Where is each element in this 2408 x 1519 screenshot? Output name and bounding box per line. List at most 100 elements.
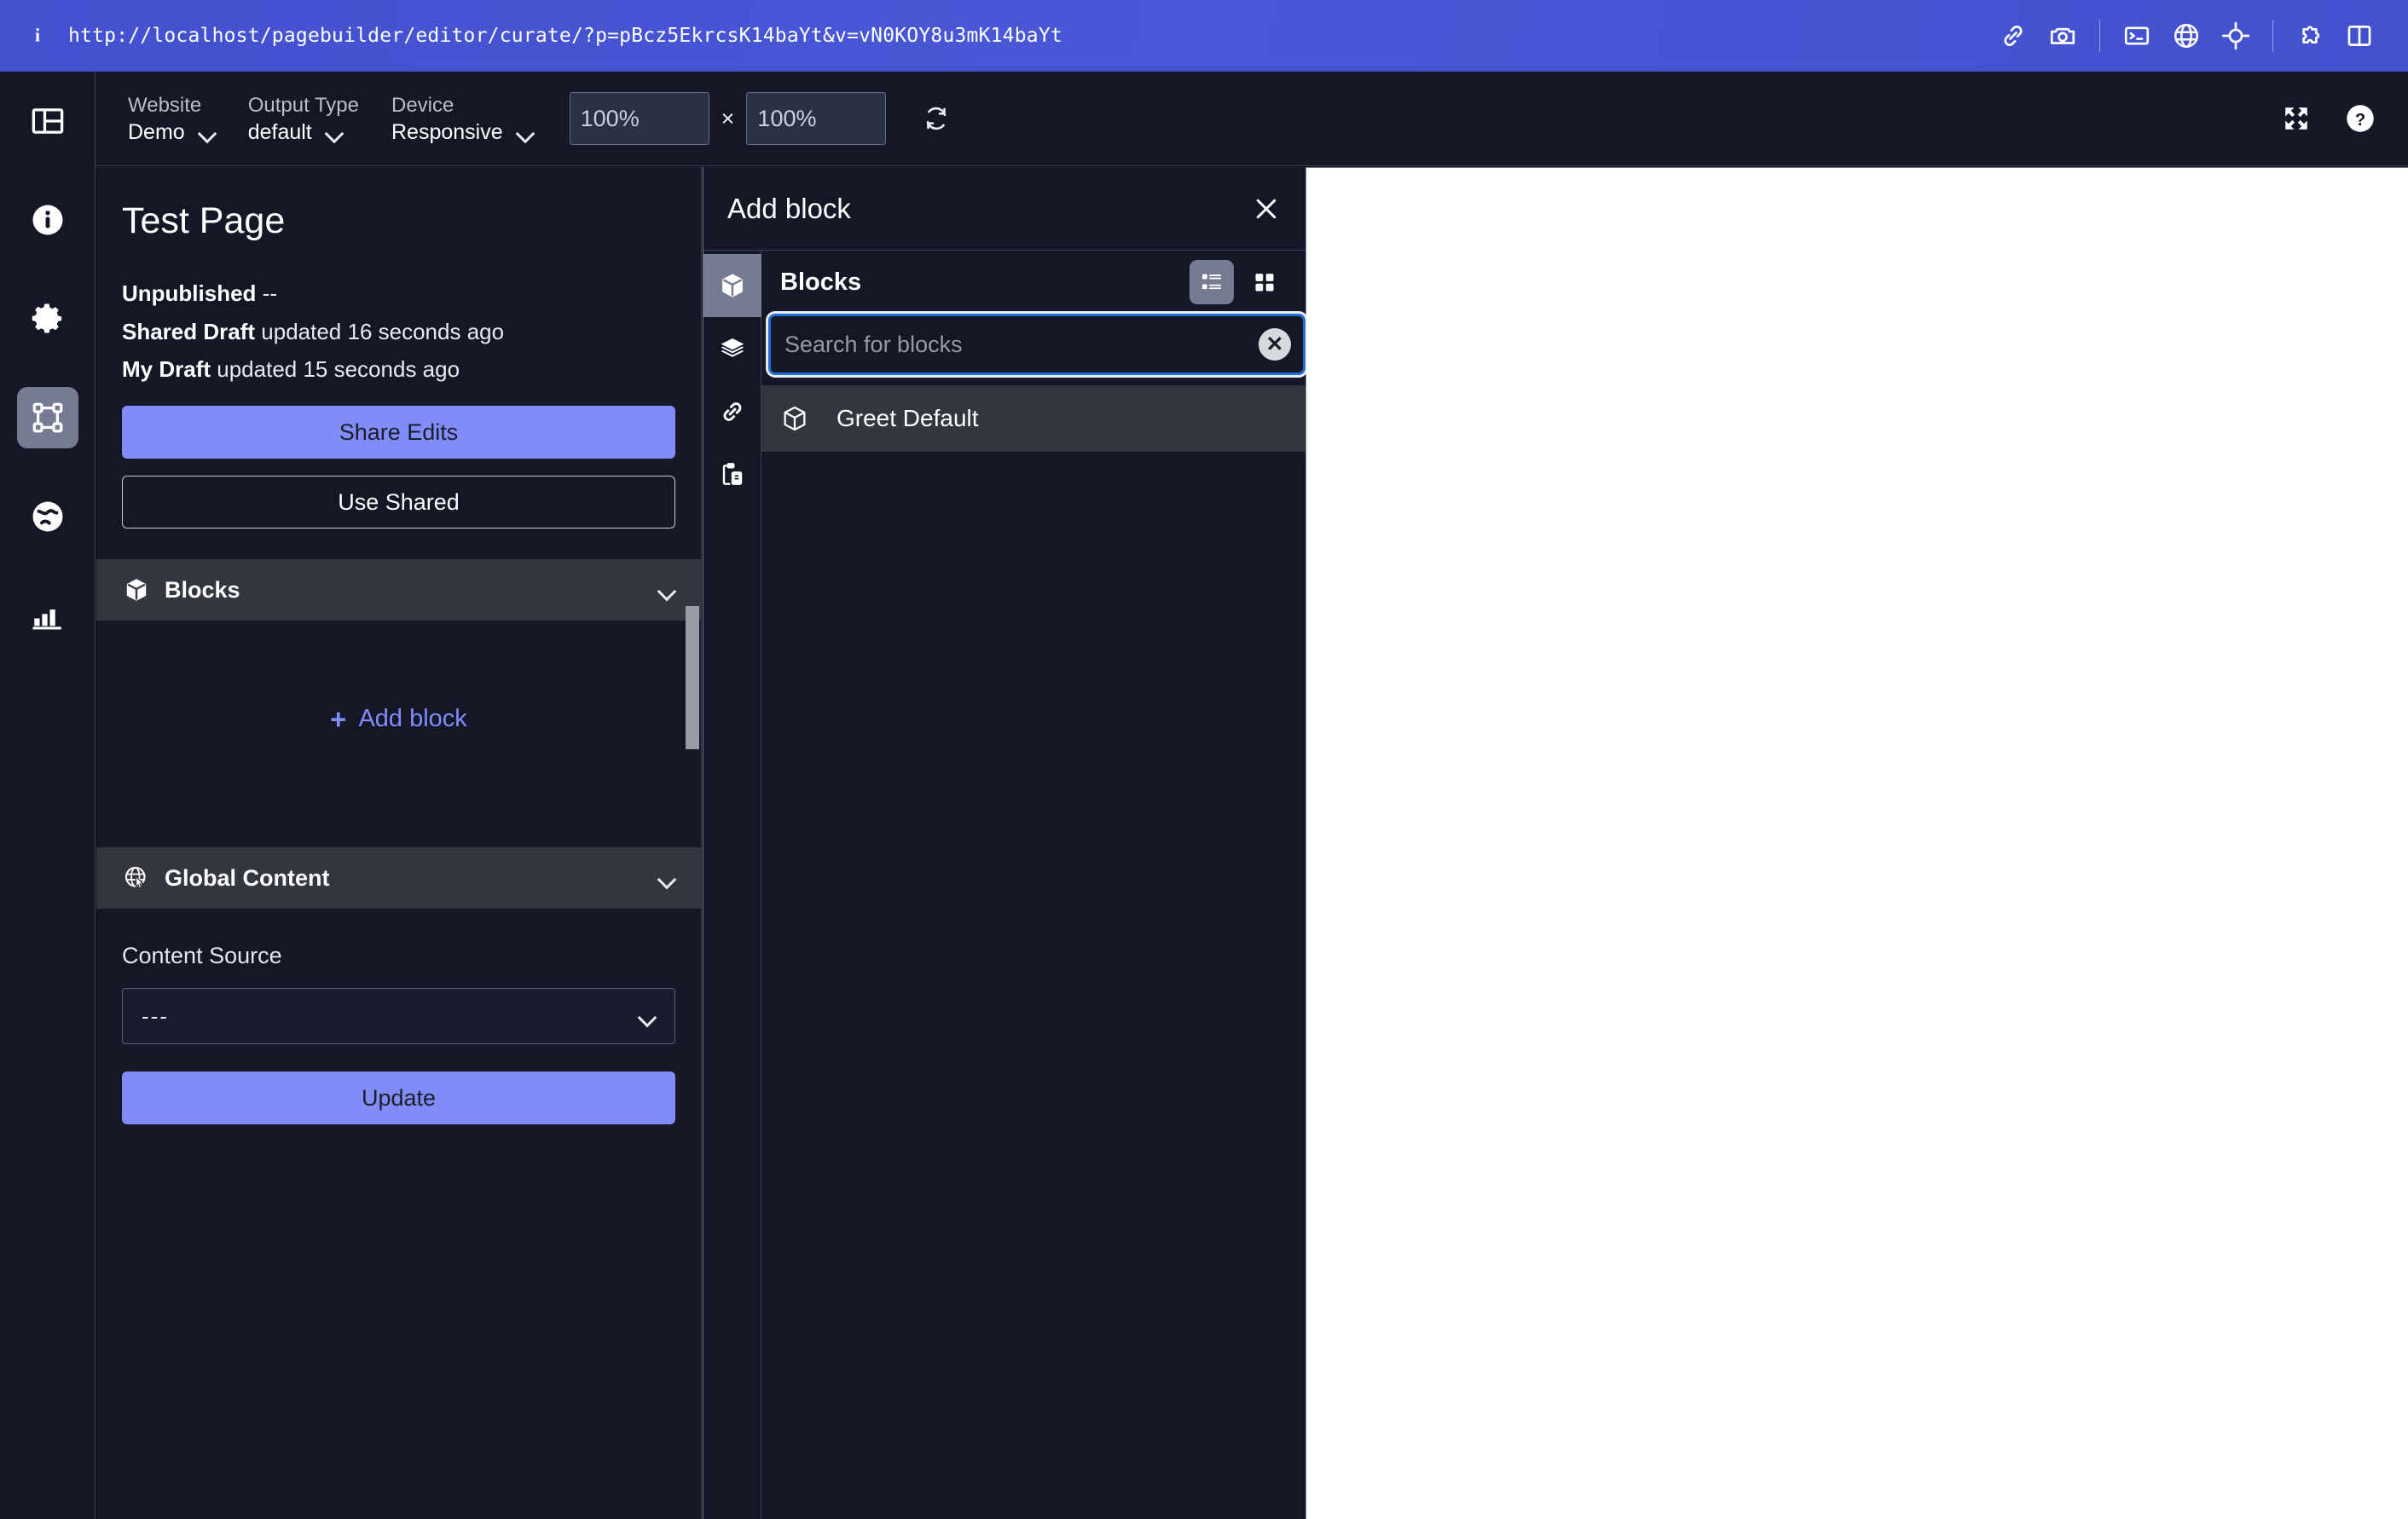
camera-icon[interactable] <box>2038 11 2087 61</box>
chevron-down-icon <box>199 127 216 137</box>
close-icon <box>1251 193 1282 224</box>
output-type-label: Output Type <box>247 93 359 117</box>
add-block-title: Add block <box>727 192 851 224</box>
info-icon[interactable]: i <box>26 24 49 48</box>
blocks-section-body: + Add block <box>96 621 701 817</box>
globe-icon <box>30 499 66 534</box>
page-settings-panel: Test Page Unpublished -- Shared Draft up… <box>96 166 702 1519</box>
update-button[interactable]: Update <box>122 1071 675 1125</box>
sidebar-item-layout[interactable] <box>17 90 78 152</box>
sidebar-item-info[interactable] <box>17 189 78 251</box>
output-type-value: default <box>247 119 312 144</box>
expand-button[interactable] <box>2282 104 2311 133</box>
chevron-down-icon[interactable] <box>658 585 675 595</box>
status-unpublished: Unpublished -- <box>122 274 675 313</box>
viewport-width-input[interactable] <box>569 92 709 145</box>
sidebar-item-global[interactable] <box>17 486 78 547</box>
add-block-main: Blocks Search for blocks ✕ Greet Default <box>761 251 1305 1519</box>
url-text[interactable]: http://localhost/pagebuilder/editor/cura… <box>68 25 1062 47</box>
size-separator: × <box>721 105 735 131</box>
add-block-panel: Add block Blocks Search for blocks ✕ Gre… <box>703 167 1306 1519</box>
paste-icon <box>719 461 746 488</box>
refresh-icon <box>922 104 951 133</box>
block-results-list: Greet Default <box>761 385 1305 452</box>
add-block-rail <box>703 251 761 1519</box>
panel-scrollbar-thumb[interactable] <box>686 606 699 749</box>
toolbar-right-actions: ? <box>2282 103 2376 134</box>
list-item[interactable]: Greet Default <box>761 385 1305 452</box>
app-sidebar-rail <box>0 72 96 1519</box>
rail-item-blocks[interactable] <box>703 254 761 317</box>
content-source-value: --- <box>142 1002 169 1029</box>
search-input[interactable] <box>784 331 1259 358</box>
status-shared-draft-value: updated 16 seconds ago <box>261 318 505 344</box>
cube-icon <box>719 272 746 299</box>
blocks-section-title: Blocks <box>165 576 240 603</box>
list-view-icon <box>1200 270 1224 294</box>
cube-icon <box>122 577 151 603</box>
globe-cursor-icon <box>122 865 151 891</box>
content-source-select[interactable]: --- <box>122 988 675 1045</box>
expand-icon <box>2282 104 2311 133</box>
rail-item-links[interactable] <box>703 380 761 443</box>
globe-icon[interactable] <box>2162 11 2211 61</box>
help-icon: ? <box>2345 103 2376 134</box>
help-button[interactable]: ? <box>2345 103 2376 134</box>
use-shared-button[interactable]: Use Shared <box>122 476 675 529</box>
grid-view-button[interactable] <box>1242 260 1287 304</box>
grid-view-icon <box>1253 270 1276 294</box>
page-title: Test Page <box>122 200 286 241</box>
page-status: Unpublished -- Shared Draft updated 16 s… <box>122 274 675 389</box>
website-value: Demo <box>128 119 185 144</box>
device-value: Responsive <box>391 119 503 144</box>
sidebar-item-settings[interactable] <box>17 288 78 349</box>
status-shared-draft-label: Shared Draft <box>122 318 256 344</box>
global-content-section-title: Global Content <box>165 864 330 891</box>
search-box[interactable]: ✕ <box>768 314 1305 375</box>
share-edits-button[interactable]: Share Edits <box>122 406 675 459</box>
global-content-section-header[interactable]: Global Content <box>96 847 701 910</box>
cube-icon <box>780 404 814 433</box>
chevron-down-icon <box>517 127 534 137</box>
rail-item-layers[interactable] <box>703 317 761 380</box>
viewport-height-input[interactable] <box>746 92 887 145</box>
add-block-label: Add block <box>358 704 467 732</box>
refresh-button[interactable] <box>922 104 951 133</box>
close-button[interactable] <box>1251 193 1282 224</box>
status-my-draft-value: updated 15 seconds ago <box>217 356 460 383</box>
add-block-button[interactable]: + Add block <box>96 621 701 817</box>
target-icon[interactable] <box>2211 11 2260 61</box>
view-mode-toggle <box>1190 260 1287 304</box>
panel-icon[interactable] <box>2335 11 2384 61</box>
page-preview-canvas[interactable] <box>1306 167 2408 1519</box>
divider <box>2099 20 2100 52</box>
output-type-selector[interactable]: Output Type default <box>248 93 359 145</box>
website-selector[interactable]: Website Demo <box>128 93 216 145</box>
chart-icon <box>30 598 66 633</box>
chevron-down-icon[interactable] <box>658 873 675 883</box>
sidebar-item-curate[interactable] <box>16 387 78 448</box>
sidebar-item-analytics[interactable] <box>17 585 78 646</box>
gear-icon <box>30 301 66 337</box>
status-shared-draft: Shared Draft updated 16 seconds ago <box>122 313 675 351</box>
link-icon <box>719 398 746 425</box>
content-source-label: Content Source <box>122 943 282 969</box>
clear-icon[interactable]: ✕ <box>1259 328 1291 361</box>
device-selector[interactable]: Device Responsive <box>391 93 534 145</box>
puzzle-icon[interactable] <box>2285 11 2335 61</box>
blocks-section-header[interactable]: Blocks <box>96 559 701 621</box>
list-view-button[interactable] <box>1190 260 1234 304</box>
plus-icon: + <box>330 702 347 735</box>
terminal-icon[interactable] <box>2112 11 2162 61</box>
global-content-section-body: Content Source --- Update <box>96 943 701 1125</box>
link-icon[interactable] <box>1988 11 2038 61</box>
status-my-draft: My Draft updated 15 seconds ago <box>122 350 675 389</box>
status-unpublished-label: Unpublished <box>122 280 257 306</box>
browser-url-bar: i http://localhost/pagebuilder/editor/cu… <box>0 0 2408 72</box>
rail-item-paste[interactable] <box>703 443 761 506</box>
chevron-down-icon <box>639 1011 656 1021</box>
status-unpublished-value: -- <box>262 280 277 306</box>
website-label: Website <box>128 93 202 117</box>
search-area: ✕ <box>761 314 1305 375</box>
info-icon <box>30 202 66 238</box>
